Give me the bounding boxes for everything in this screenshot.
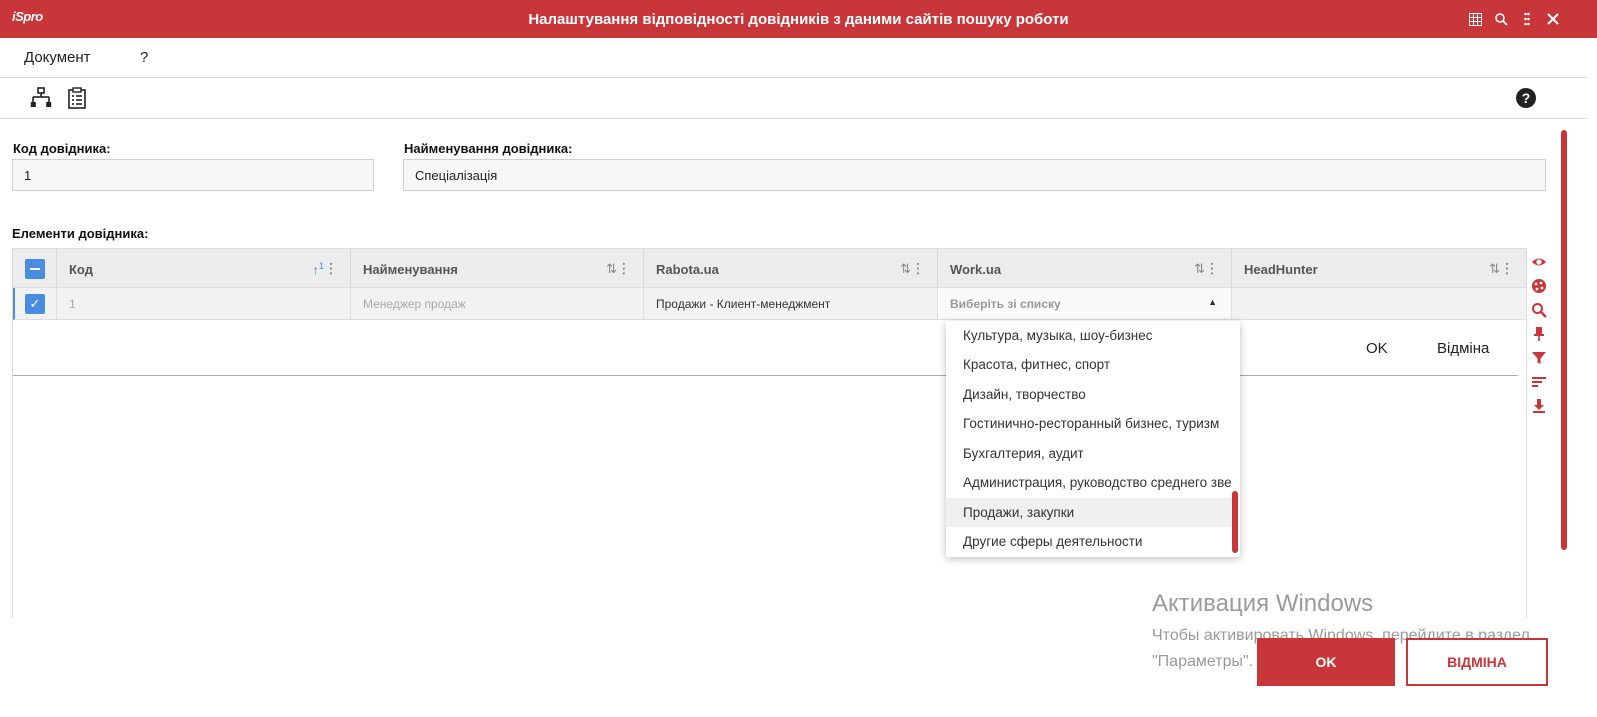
row-editor-bar: OK Відміна (13, 320, 1518, 376)
row-checkbox[interactable]: ✓ (15, 288, 57, 319)
column-header-headhunter[interactable]: HeadHunter ⇅ ⋮ (1232, 249, 1527, 289)
table-row[interactable]: ✓ 1 Менеджер продаж Продажи - Клиент-мен… (13, 288, 1527, 320)
sort-icon[interactable]: ⇅ (900, 261, 911, 277)
dots-vertical-icon[interactable] (1514, 8, 1540, 30)
dropdown-option[interactable]: Дизайн, творчество (946, 380, 1232, 409)
pin-icon[interactable] (1531, 326, 1547, 342)
column-label: HeadHunter (1244, 261, 1318, 277)
grid-icon[interactable] (1462, 8, 1488, 30)
sort-icon[interactable]: ⇅ (1194, 261, 1205, 277)
work-select-placeholder: Виберіть зі списку (950, 296, 1061, 311)
column-header-code[interactable]: Код ↑1 ⋮ (57, 249, 351, 289)
column-label: Код (69, 261, 93, 277)
dropdown-option-selected[interactable]: Продажи, закупки (946, 498, 1232, 527)
column-menu-icon[interactable]: ⋮ (911, 260, 925, 277)
code-label: Код довідника: (13, 141, 111, 156)
title-bar: iSpro Налаштування відповідності довідни… (0, 0, 1597, 38)
cell-name: Менеджер продаж (351, 288, 644, 319)
grid-side-tools (1526, 248, 1548, 618)
clipboard-list-icon[interactable] (66, 87, 90, 111)
dropdown-option[interactable]: Бухгалтерия, аудит (946, 439, 1232, 468)
column-label: Найменування (363, 261, 458, 277)
page-scrollbar[interactable] (1561, 130, 1567, 550)
download-icon[interactable] (1531, 398, 1547, 414)
window-title: Налаштування відповідності довідників з … (528, 10, 1069, 28)
toolbar: ? (0, 78, 1587, 119)
menu-item-help[interactable]: ? (140, 49, 148, 66)
work-select[interactable]: Виберіть зі списку ▲ (938, 288, 1232, 319)
column-menu-icon[interactable]: ⋮ (324, 260, 338, 277)
filter-icon[interactable] (1531, 350, 1547, 366)
app-logo: iSpro (12, 9, 43, 24)
column-label: Work.ua (950, 261, 1002, 277)
cancel-button[interactable]: ВІДМІНА (1406, 638, 1548, 686)
dropdown-option[interactable]: Администрация, руководство среднего звен… (946, 468, 1232, 497)
sort-icon[interactable]: ⇅ (1489, 261, 1500, 277)
svg-text:?: ? (1522, 90, 1531, 106)
caret-up-icon[interactable]: ▲ (1208, 297, 1217, 307)
code-field[interactable]: 1 (12, 159, 374, 191)
cell-rabota[interactable]: Продажи - Клиент-менеджмент (644, 288, 938, 319)
sort-asc-icon[interactable]: ↑1 (312, 261, 324, 277)
cell-headhunter[interactable] (1232, 288, 1527, 319)
cell-code: 1 (57, 288, 351, 319)
dropdown-option[interactable]: Гостинично-ресторанный бизнес, туризм (946, 409, 1232, 438)
elements-grid: Код ↑1 ⋮ Найменування ⇅ ⋮ Rabota.ua ⇅ ⋮ … (12, 248, 1527, 618)
editor-ok-button[interactable]: OK (1366, 340, 1388, 357)
close-icon[interactable] (1540, 8, 1566, 30)
eye-icon[interactable] (1531, 254, 1547, 270)
dropdown-option[interactable]: Красота, фитнес, спорт (946, 350, 1232, 379)
menu-bar: Документ ? (0, 38, 1587, 78)
sort-icon[interactable] (1531, 374, 1547, 390)
dropdown-option[interactable]: Культура, музыка, шоу-бизнес (946, 321, 1232, 350)
watermark-title: Активация Windows (1152, 590, 1374, 617)
palette-icon[interactable] (1531, 278, 1547, 294)
column-header-rabota[interactable]: Rabota.ua ⇅ ⋮ (644, 249, 938, 289)
grid-header: Код ↑1 ⋮ Найменування ⇅ ⋮ Rabota.ua ⇅ ⋮ … (13, 248, 1527, 289)
column-menu-icon[interactable]: ⋮ (1205, 260, 1219, 277)
name-field[interactable]: Спеціалізація (403, 159, 1546, 191)
column-header-work[interactable]: Work.ua ⇅ ⋮ (938, 249, 1232, 289)
editor-cancel-button[interactable]: Відміна (1437, 340, 1489, 357)
menu-item-document[interactable]: Документ (24, 49, 91, 66)
sort-icon[interactable]: ⇅ (606, 261, 617, 277)
ok-button[interactable]: OK (1257, 638, 1395, 686)
column-menu-icon[interactable]: ⋮ (1500, 260, 1514, 277)
hierarchy-icon[interactable] (30, 87, 54, 111)
help-icon[interactable]: ? (1515, 87, 1539, 111)
search-icon[interactable] (1488, 8, 1514, 30)
dropdown-scrollbar[interactable] (1232, 491, 1238, 553)
column-header-name[interactable]: Найменування ⇅ ⋮ (351, 249, 644, 289)
work-dropdown-list: Культура, музыка, шоу-бизнес Красота, фи… (946, 321, 1240, 557)
name-label: Найменування довідника: (404, 141, 573, 156)
column-menu-icon[interactable]: ⋮ (617, 260, 631, 277)
dropdown-option[interactable]: Другие сферы деятельности (946, 527, 1232, 556)
search-icon[interactable] (1531, 302, 1547, 318)
select-all-checkbox[interactable] (13, 249, 57, 289)
column-label: Rabota.ua (656, 261, 719, 277)
elements-label: Елементи довідника: (12, 226, 149, 241)
